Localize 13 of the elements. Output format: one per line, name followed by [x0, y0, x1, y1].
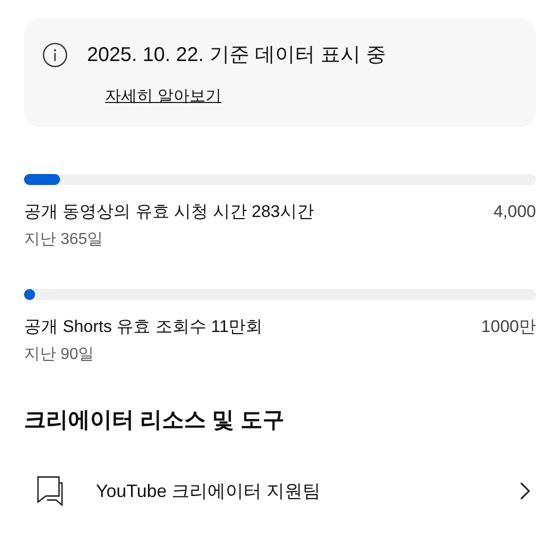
- metric-period: 지난 365일: [24, 230, 104, 250]
- chat-bubble-icon: [37, 476, 63, 506]
- chevron-right-icon: [518, 481, 532, 501]
- info-icon: [42, 42, 68, 68]
- metric-target: 4,000: [493, 201, 536, 223]
- metric-target: 1000만: [481, 316, 536, 338]
- learn-more-link[interactable]: 자세히 알아보기: [105, 86, 222, 107]
- metric-label: 공개 동영상의 유효 시청 시간 283시간: [24, 201, 314, 223]
- section-heading: 크리에이터 리소스 및 도구: [24, 406, 286, 434]
- metric-period: 지난 90일: [24, 345, 96, 365]
- list-item[interactable]: YouTube 크리에이터 지원팀: [24, 466, 536, 516]
- metric-label: 공개 Shorts 유효 조회수 11만회: [24, 316, 263, 338]
- notice-text: 2025. 10. 22. 기준 데이터 표시 중: [87, 43, 386, 68]
